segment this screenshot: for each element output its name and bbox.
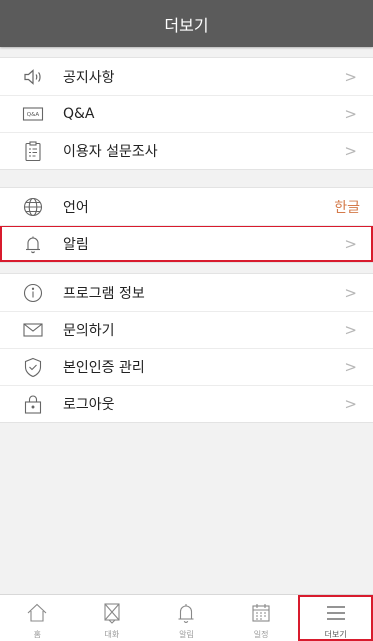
tab-label: 알림 xyxy=(179,630,194,639)
page-title-bar: 더보기 xyxy=(0,0,373,47)
tab-label: 일정 xyxy=(253,630,269,639)
chevron-right-icon: > xyxy=(344,283,357,302)
chevron-right-icon: > xyxy=(344,320,357,339)
menu-group-info: 공지사항 > Q&A Q&A > 이용자 설문조사 > xyxy=(0,57,373,170)
menu-group-settings: 언어 한글 알림 > xyxy=(0,187,373,263)
menu-item-label: 문의하기 xyxy=(63,322,115,339)
chevron-right-icon: > xyxy=(344,104,357,123)
menu-icon xyxy=(326,606,345,620)
menu-item-notice[interactable]: 공지사항 > xyxy=(0,58,373,95)
tab-home[interactable]: 홈 xyxy=(0,595,75,641)
menu-item-label: 본인인증 관리 xyxy=(63,359,145,376)
speaker-icon xyxy=(22,66,44,88)
menu-item-label: 로그아웃 xyxy=(63,396,115,413)
home-icon xyxy=(27,603,47,622)
lock-icon xyxy=(22,393,44,415)
tab-notifications[interactable]: 알림 xyxy=(149,595,224,641)
menu-item-survey[interactable]: 이용자 설문조사 > xyxy=(0,132,373,169)
bottom-tab-bar: 홈 대화 알림 일정 더보기 xyxy=(0,594,373,641)
tab-label: 더보기 xyxy=(324,630,347,639)
tab-chat[interactable]: 대화 xyxy=(75,595,150,641)
tab-more[interactable]: 더보기 xyxy=(298,595,373,641)
menu-item-qa[interactable]: Q&A Q&A > xyxy=(0,95,373,132)
bell-icon xyxy=(178,604,194,623)
language-value: 한글 xyxy=(334,199,360,216)
menu-group-account: 프로그램 정보 > 문의하기 > 본인인증 관리 > 로그아웃 > xyxy=(0,273,373,423)
bell-icon xyxy=(22,233,44,255)
menu-item-language[interactable]: 언어 한글 xyxy=(0,188,373,225)
menu-item-label: Q&A xyxy=(63,105,95,122)
chevron-right-icon: > xyxy=(344,67,357,86)
menu-item-identity-verification[interactable]: 본인인증 관리 > xyxy=(0,348,373,385)
menu-item-label: 공지사항 xyxy=(63,69,115,86)
chevron-right-icon: > xyxy=(344,394,357,413)
tab-label: 대화 xyxy=(104,630,120,639)
tab-schedule[interactable]: 일정 xyxy=(224,595,299,641)
chevron-right-icon: > xyxy=(344,141,357,160)
menu-item-notifications[interactable]: 알림 > xyxy=(0,225,373,262)
chevron-right-icon: > xyxy=(344,357,357,376)
menu-item-label: 알림 xyxy=(63,236,89,253)
menu-item-label: 프로그램 정보 xyxy=(63,285,145,302)
chat-icon xyxy=(104,603,120,624)
globe-icon xyxy=(22,196,44,218)
qa-icon: Q&A xyxy=(22,103,44,125)
page-title: 더보기 xyxy=(164,15,209,35)
menu-item-logout[interactable]: 로그아웃 > xyxy=(0,385,373,422)
clipboard-icon xyxy=(22,140,44,162)
menu-item-program-info[interactable]: 프로그램 정보 > xyxy=(0,274,373,311)
chevron-right-icon: > xyxy=(344,234,357,253)
menu-item-label: 언어 xyxy=(63,199,89,216)
calendar-icon xyxy=(252,604,270,622)
menu-item-inquiry[interactable]: 문의하기 > xyxy=(0,311,373,348)
qa-icon-text: Q&A xyxy=(27,112,40,118)
menu-item-label: 이용자 설문조사 xyxy=(63,143,158,160)
shield-check-icon xyxy=(22,356,44,378)
tab-label: 홈 xyxy=(33,630,41,639)
mail-icon xyxy=(22,319,44,341)
info-icon xyxy=(22,282,44,304)
